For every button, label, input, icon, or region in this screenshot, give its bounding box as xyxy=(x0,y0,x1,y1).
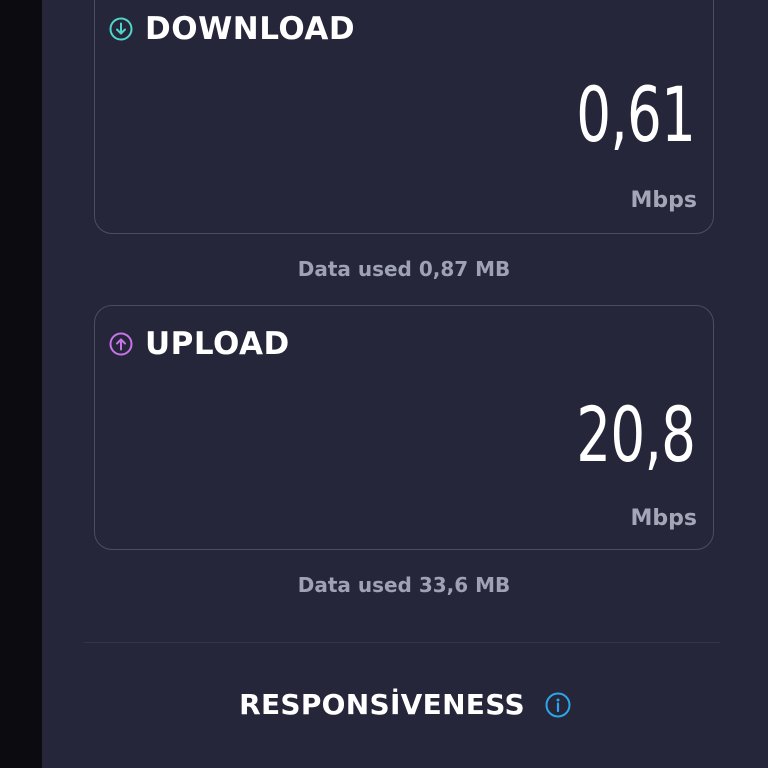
download-speed-unit: Mbps xyxy=(630,188,697,213)
section-divider xyxy=(84,642,720,643)
download-card: DOWNLOAD 0,61 Mbps xyxy=(94,0,714,234)
speed-results-screen: DOWNLOAD 0,61 Mbps Data used 0,87 MB UPL… xyxy=(42,0,768,768)
download-header: DOWNLOAD xyxy=(109,11,355,47)
upload-speed-unit: Mbps xyxy=(630,506,697,531)
download-title: DOWNLOAD xyxy=(145,11,356,47)
upload-data-used: Data used 33,6 MB xyxy=(297,573,511,597)
download-data-used: Data used 0,87 MB xyxy=(297,257,511,281)
arrow-down-circle-icon xyxy=(109,17,133,41)
responsiveness-header: RESPONSİVENESS xyxy=(42,688,768,721)
upload-card: UPLOAD 20,8 Mbps xyxy=(94,305,714,550)
device-edge xyxy=(0,0,42,768)
arrow-up-circle-icon xyxy=(109,332,133,356)
upload-header: UPLOAD xyxy=(109,326,290,362)
upload-title: UPLOAD xyxy=(145,326,290,362)
upload-speed-value: 20,8 xyxy=(576,390,696,479)
download-speed-value: 0,61 xyxy=(576,70,696,159)
info-icon[interactable] xyxy=(545,692,571,718)
responsiveness-title: RESPONSİVENESS xyxy=(239,688,525,721)
